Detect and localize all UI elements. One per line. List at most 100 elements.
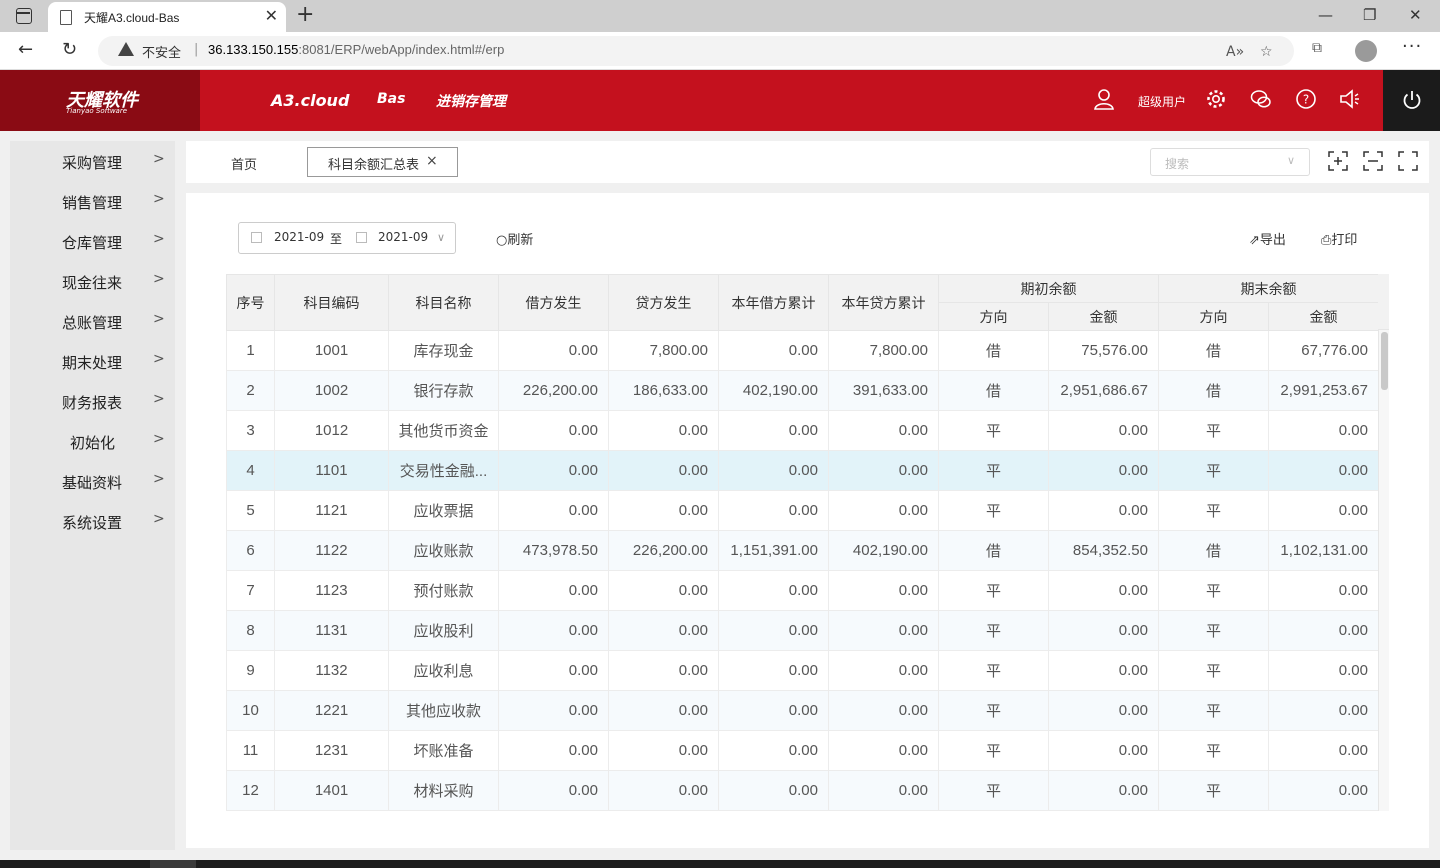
sidebar-item-cash[interactable]: 现金往来 > <box>10 261 175 301</box>
profile-avatar[interactable] <box>1355 40 1377 62</box>
col-header-name[interactable]: 科目名称 <box>388 274 499 331</box>
table-row[interactable]: 11 1231 坏账准备 0.00 0.00 0.00 0.00 平 0.00 平 0.00 <box>226 730 1379 771</box>
cell-opening-direction: 平 <box>938 490 1049 531</box>
new-window-icon[interactable] <box>1328 151 1348 171</box>
window-close-icon[interactable]: ✕ <box>1409 6 1422 24</box>
print-label: 打印 <box>1331 233 1358 248</box>
col-header-credit[interactable]: 贷方发生 <box>608 274 719 331</box>
date-to[interactable]: 2021-09 <box>378 230 428 244</box>
cell-debit: 0.00 <box>498 650 609 691</box>
col-header-code[interactable]: 科目编码 <box>274 274 389 331</box>
col-header-closing-direction[interactable]: 方向 <box>1158 302 1269 331</box>
reload-icon[interactable]: ↻ <box>62 40 77 60</box>
sidebar-item-ledger[interactable]: 总账管理 > <box>10 301 175 341</box>
export-button[interactable]: ⇗导出 <box>1249 229 1286 248</box>
col-header-ytd-credit[interactable]: 本年贷方累计 <box>828 274 939 331</box>
collections-icon[interactable]: ⧉ <box>1312 40 1322 56</box>
minimize-icon[interactable]: — <box>1318 6 1333 24</box>
sidebar-item-period-end[interactable]: 期末处理 > <box>10 341 175 381</box>
sidebar-item-purchase[interactable]: 采购管理 > <box>10 141 175 181</box>
table-row[interactable]: 3 1012 其他货币资金 0.00 0.00 0.00 0.00 平 0.00 平 0.00 <box>226 410 1379 451</box>
table-row[interactable]: 2 1002 银行存款 226,200.00 186,633.00 402,190.00 3… <box>226 370 1379 411</box>
table-row[interactable]: 9 1132 应收利息 0.00 0.00 0.00 0.00 平 0.00 平 0.00 <box>226 650 1379 691</box>
announcement-icon[interactable] <box>1338 88 1360 110</box>
sidebar-item-warehouse[interactable]: 仓库管理 > <box>10 221 175 261</box>
table-row[interactable]: 4 1101 交易性金融... 0.00 0.00 0.00 0.00 平 0.00 平 0.00 <box>226 450 1379 491</box>
col-header-debit[interactable]: 借方发生 <box>498 274 609 331</box>
cell-ytd-debit: 0.00 <box>718 770 829 811</box>
cell-ytd-credit: 7,800.00 <box>828 330 939 371</box>
col-header-seq[interactable]: 序号 <box>226 274 275 331</box>
print-button[interactable]: ⎙打印 <box>1321 229 1357 248</box>
table-row[interactable]: 12 1401 材料采购 0.00 0.00 0.00 0.00 平 0.00 平 0.00 <box>226 770 1379 811</box>
date-range-picker[interactable]: 2021-09 至 2021-09 ∨ <box>238 222 456 254</box>
more-icon[interactable]: ··· <box>1402 36 1422 57</box>
nav-bas[interactable]: Bas <box>377 91 405 107</box>
cell-seq: 2 <box>226 370 275 411</box>
back-icon[interactable]: ← <box>18 40 33 60</box>
sidebar-item-label: 销售管理 <box>62 194 123 212</box>
browser-tab[interactable]: 天耀A3.cloud-Bas ✕ <box>48 2 286 32</box>
favorites-icon[interactable]: ☆ <box>1260 44 1273 60</box>
cell-ytd-credit: 0.00 <box>828 410 939 451</box>
search-select[interactable]: 搜索 ∨ <box>1150 148 1310 176</box>
tab-actions-icon[interactable] <box>16 8 32 24</box>
settings-icon[interactable] <box>1205 88 1227 110</box>
col-header-ytd-debit[interactable]: 本年借方累计 <box>718 274 829 331</box>
close-tab-icon[interactable]: ✕ <box>265 7 278 25</box>
col-header-opening-amount[interactable]: 金额 <box>1048 302 1159 331</box>
table-row[interactable]: 5 1121 应收票据 0.00 0.00 0.00 0.00 平 0.00 平 0.00 <box>226 490 1379 531</box>
sidebar-item-init[interactable]: 初始化 > <box>10 421 175 461</box>
restore-icon[interactable]: ❐ <box>1363 6 1376 24</box>
table-row[interactable]: 1 1001 库存现金 0.00 7,800.00 0.00 7,800.00 借 75,576… <box>226 330 1379 371</box>
col-header-closing-amount[interactable]: 金额 <box>1268 302 1379 331</box>
user-name[interactable]: 超级用户 <box>1138 93 1186 110</box>
tab-home[interactable]: 首页 <box>231 154 257 173</box>
cell-ytd-credit: 0.00 <box>828 610 939 651</box>
table-row[interactable]: 7 1123 预付账款 0.00 0.00 0.00 0.00 平 0.00 平 0.00 <box>226 570 1379 611</box>
cell-debit: 473,978.50 <box>498 530 609 571</box>
url-field[interactable]: 不安全 | 36.133.150.155:8081/ERP/webApp/ind… <box>98 36 1294 66</box>
chevron-right-icon: > <box>153 311 165 327</box>
cell-opening-amount: 0.00 <box>1048 730 1159 771</box>
sidebar-item-basic-data[interactable]: 基础资料 > <box>10 461 175 501</box>
sidebar-item-system-settings[interactable]: 系统设置 > <box>10 501 175 541</box>
cell-opening-direction: 借 <box>938 530 1049 571</box>
wechat-icon[interactable] <box>1250 88 1272 110</box>
calendar-icon <box>356 232 367 243</box>
tab-account-balance-summary[interactable]: 科目余额汇总表 × <box>307 147 458 177</box>
chevron-right-icon: > <box>153 431 165 447</box>
user-icon[interactable] <box>1093 88 1115 110</box>
read-aloud-icon[interactable]: A» <box>1226 44 1244 60</box>
sidebar-item-reports[interactable]: 财务报表 > <box>10 381 175 421</box>
sidebar-item-sales[interactable]: 销售管理 > <box>10 181 175 221</box>
url-text[interactable]: 36.133.150.155:8081/ERP/webApp/index.htm… <box>208 42 504 57</box>
cell-closing-amount: 0.00 <box>1268 490 1379 531</box>
refresh-button[interactable]: ○刷新 <box>496 229 533 248</box>
browser-tab-title: 天耀A3.cloud-Bas <box>84 11 180 25</box>
cell-name: 应收股利 <box>388 610 499 651</box>
vertical-scrollbar[interactable] <box>1378 330 1389 811</box>
taskbar-active-app[interactable] <box>150 860 196 868</box>
close-icon[interactable]: × <box>426 153 438 169</box>
security-label[interactable]: 不安全 <box>142 42 181 61</box>
scrollbar-thumb[interactable] <box>1381 332 1388 390</box>
table-row[interactable]: 8 1131 应收股利 0.00 0.00 0.00 0.00 平 0.00 平 0.00 <box>226 610 1379 651</box>
cell-code: 1132 <box>274 650 389 691</box>
logout-button[interactable] <box>1383 70 1440 131</box>
chevron-right-icon: > <box>153 351 165 367</box>
nav-inventory[interactable]: 进销存管理 <box>436 91 506 111</box>
col-header-opening-direction[interactable]: 方向 <box>938 302 1049 331</box>
fit-screen-icon[interactable] <box>1363 151 1383 171</box>
new-tab-icon[interactable]: + <box>296 3 314 27</box>
help-icon[interactable]: ? <box>1295 88 1317 110</box>
date-from[interactable]: 2021-09 <box>274 230 324 244</box>
nav-a3-cloud[interactable]: A3.cloud <box>271 91 349 110</box>
table-row[interactable]: 10 1221 其他应收款 0.00 0.00 0.00 0.00 平 0.00 平 0.00 <box>226 690 1379 731</box>
cell-credit: 0.00 <box>608 610 719 651</box>
fullscreen-icon[interactable] <box>1398 151 1418 171</box>
cell-closing-direction: 平 <box>1158 730 1269 771</box>
cell-closing-direction: 平 <box>1158 650 1269 691</box>
table-row[interactable]: 6 1122 应收账款 473,978.50 226,200.00 1,151,391.0… <box>226 530 1379 571</box>
cell-code: 1231 <box>274 730 389 771</box>
